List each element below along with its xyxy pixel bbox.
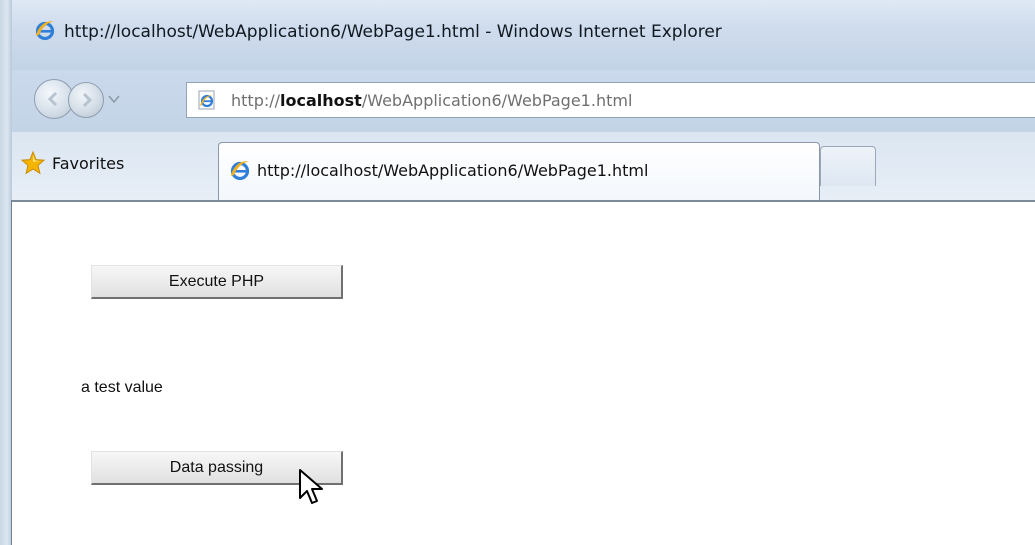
recent-pages-dropdown-icon[interactable] xyxy=(108,94,120,104)
navigation-bar: http://localhost/WebApplication6/WebPage… xyxy=(12,70,1035,132)
tab-bar: Favorites http://localhost/WebApplicatio… xyxy=(12,132,1035,202)
page-content: Execute PHP a test value Data passing xyxy=(12,202,1035,545)
forward-arrow-icon xyxy=(82,92,93,108)
ie-logo-icon xyxy=(230,161,250,181)
address-prefix: http:// xyxy=(231,91,281,110)
favorites-button[interactable]: Favorites xyxy=(20,148,124,178)
result-text: a test value xyxy=(81,379,163,396)
mouse-pointer-icon xyxy=(299,469,323,504)
title-bar: http://localhost/WebApplication6/WebPage… xyxy=(12,0,1035,70)
window-title: http://localhost/WebApplication6/WebPage… xyxy=(64,22,722,42)
window-frame-left xyxy=(0,0,12,545)
address-url[interactable]: http://localhost/WebApplication6/WebPage… xyxy=(231,91,632,110)
favorites-star-icon xyxy=(20,150,46,175)
ie-page-icon xyxy=(198,90,215,110)
address-bar[interactable]: http://localhost/WebApplication6/WebPage… xyxy=(186,82,1035,118)
tab-webpage1[interactable]: http://localhost/WebApplication6/WebPage… xyxy=(218,142,820,200)
new-tab-button[interactable] xyxy=(820,146,876,186)
address-path: /WebApplication6/WebPage1.html xyxy=(361,91,633,110)
execute-php-button[interactable]: Execute PHP xyxy=(91,265,343,299)
favorites-label: Favorites xyxy=(52,153,125,173)
back-arrow-icon xyxy=(47,91,58,107)
ie-logo-icon xyxy=(35,21,55,41)
tab-label: http://localhost/WebApplication6/WebPage… xyxy=(257,161,649,180)
forward-button[interactable] xyxy=(68,82,104,118)
address-host: localhost xyxy=(280,91,362,110)
browser-window: http://localhost/WebApplication6/WebPage… xyxy=(0,0,1035,545)
